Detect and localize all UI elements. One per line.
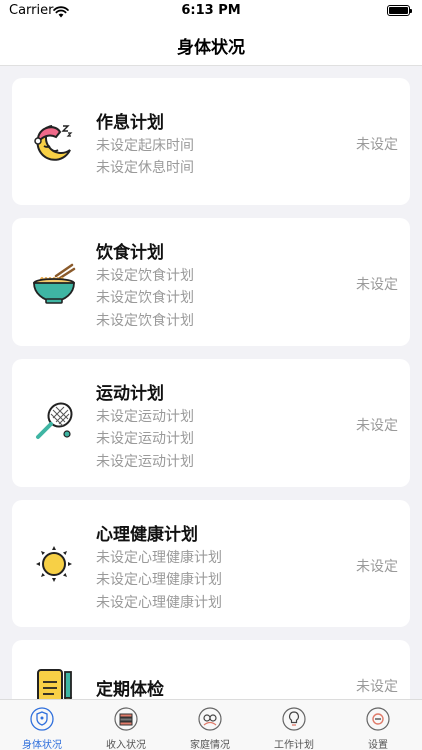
page-title: 身体状况	[177, 38, 245, 58]
card-sleep-plan[interactable]: 作息计划 未设定起床时间 未设定休息时间 未设定	[12, 78, 410, 205]
clipboard-pencil-icon	[32, 664, 76, 699]
sleeping-moon-icon	[32, 120, 76, 164]
card-title: 定期体检	[96, 680, 164, 699]
card-regular-checkup[interactable]: 定期体检 未设定	[12, 640, 410, 699]
card-detail-line: 未设定运动计划	[96, 431, 194, 447]
card-status: 未设定	[356, 559, 398, 575]
lightbulb-icon	[282, 707, 306, 731]
plan-list[interactable]: 作息计划 未设定起床时间 未设定休息时间 未设定 饮食计划 未设定饮食计划 未设…	[0, 66, 422, 699]
card-detail-line: 未设定起床时间	[96, 138, 194, 154]
money-stack-icon	[114, 707, 138, 731]
card-exercise-plan[interactable]: 运动计划 未设定运动计划 未设定运动计划 未设定运动计划 未设定	[12, 359, 410, 487]
status-bar: Carrier 6:13 PM	[0, 0, 422, 22]
tab-bar: 身体状况 收入状况 家庭情况 工作计划 设置	[0, 699, 422, 750]
family-icon	[198, 707, 222, 731]
battery-icon	[387, 5, 412, 16]
tab-work-plan[interactable]: 工作计划	[252, 700, 336, 750]
card-detail-line: 未设定饮食计划	[96, 290, 194, 306]
tab-label: 收入状况	[106, 740, 146, 750]
card-title: 运动计划	[96, 384, 164, 404]
card-detail-line: 未设定休息时间	[96, 160, 194, 176]
card-mental-health-plan[interactable]: 心理健康计划 未设定心理健康计划 未设定心理健康计划 未设定心理健康计划 未设定	[12, 500, 410, 627]
tab-income-status[interactable]: 收入状况	[84, 700, 168, 750]
shield-heart-icon	[30, 707, 54, 731]
card-status: 未设定	[356, 137, 398, 153]
navigation-bar: 身体状况	[0, 22, 422, 66]
card-status: 未设定	[356, 679, 398, 695]
card-diet-plan[interactable]: 饮食计划 未设定饮食计划 未设定饮食计划 未设定饮食计划 未设定	[12, 218, 410, 346]
card-detail-line: 未设定运动计划	[96, 409, 194, 425]
tennis-racket-icon	[32, 401, 76, 445]
noodle-bowl-icon	[32, 262, 76, 306]
settings-circle-icon	[366, 707, 390, 731]
tab-label: 工作计划	[274, 740, 314, 750]
card-title: 作息计划	[96, 113, 164, 133]
card-detail-line: 未设定心理健康计划	[96, 595, 222, 611]
app-screen: Carrier 6:13 PM 身体状况 作息计划 未设定起床时间 未设定休息时…	[0, 0, 422, 750]
tab-body-status[interactable]: 身体状况	[0, 700, 84, 750]
tab-label: 家庭情况	[190, 740, 230, 750]
card-title: 饮食计划	[96, 243, 164, 263]
tab-settings[interactable]: 设置	[336, 700, 420, 750]
card-title: 心理健康计划	[96, 525, 198, 545]
clock-time: 6:13 PM	[181, 3, 241, 18]
card-status: 未设定	[356, 418, 398, 434]
tab-label: 设置	[368, 740, 388, 750]
tab-label: 身体状况	[22, 740, 62, 750]
card-detail-line: 未设定饮食计划	[96, 313, 194, 329]
card-detail-line: 未设定运动计划	[96, 454, 194, 470]
card-detail-line: 未设定心理健康计划	[96, 572, 222, 588]
tab-family-status[interactable]: 家庭情况	[168, 700, 252, 750]
sun-icon	[32, 542, 76, 586]
card-detail-line: 未设定饮食计划	[96, 268, 194, 284]
card-status: 未设定	[356, 277, 398, 293]
card-detail-line: 未设定心理健康计划	[96, 550, 222, 566]
